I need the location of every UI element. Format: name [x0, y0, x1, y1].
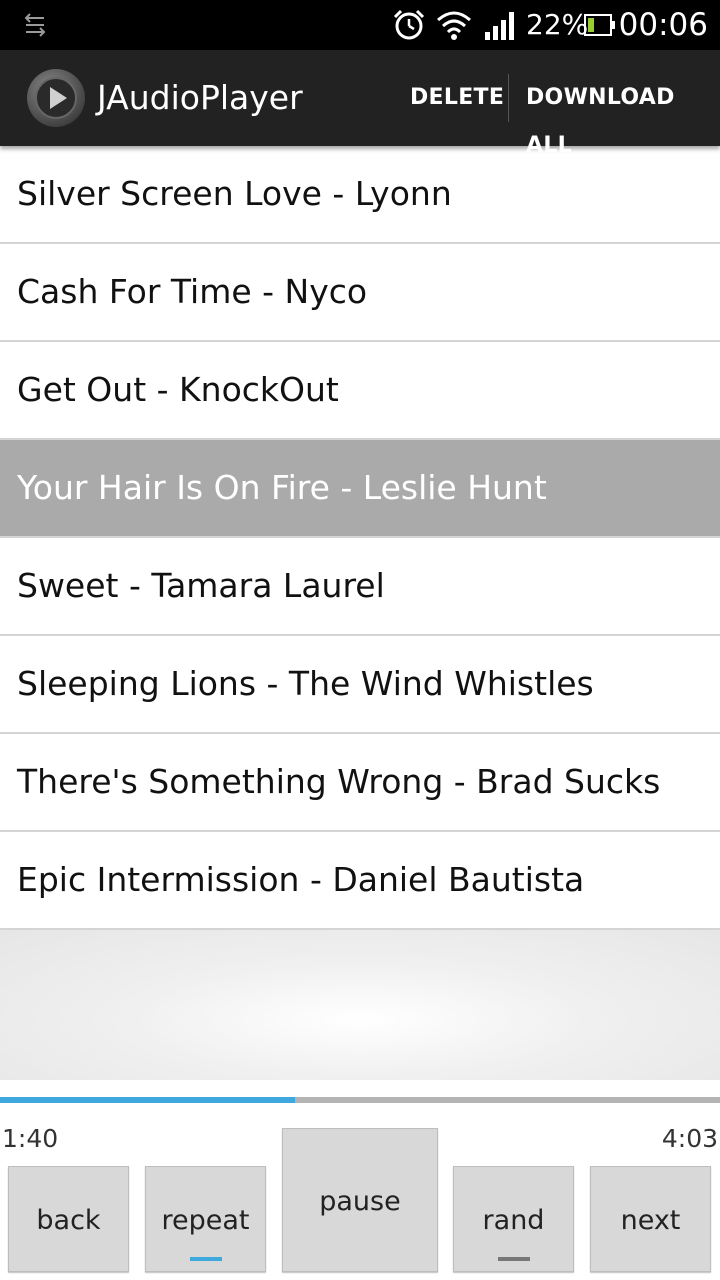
track-item[interactable]: Sweet - Tamara Laurel [0, 538, 720, 636]
track-label: Silver Screen Love - Lyonn [17, 174, 452, 213]
pause-button[interactable]: pause [282, 1128, 438, 1272]
repeat-button[interactable]: repeat [145, 1166, 266, 1272]
download-all-button[interactable]: DOWNLOAD ALL [526, 74, 720, 158]
app-play-icon[interactable] [26, 68, 86, 128]
track-item[interactable]: Your Hair Is On Fire - Leslie Hunt [0, 440, 720, 538]
signal-icon [485, 12, 514, 40]
action-divider [508, 74, 509, 122]
wifi-icon [437, 11, 471, 40]
track-label: Your Hair Is On Fire - Leslie Hunt [17, 468, 547, 507]
track-label: Sweet - Tamara Laurel [17, 566, 385, 605]
seek-bar[interactable] [0, 1097, 720, 1103]
repeat-button-label: repeat [161, 1205, 250, 1236]
usb-debug-icon [24, 13, 46, 37]
delete-button[interactable]: DELETE [410, 74, 504, 122]
rand-button[interactable]: rand [453, 1166, 574, 1272]
seek-bar-progress [0, 1097, 296, 1103]
pause-button-label: pause [319, 1186, 401, 1217]
status-bar: 22% 00:06 [0, 0, 720, 50]
track-item[interactable]: Sleeping Lions - The Wind Whistles [0, 636, 720, 734]
back-button[interactable]: back [8, 1166, 129, 1272]
battery-icon [584, 14, 615, 36]
track-label: Cash For Time - Nyco [17, 272, 368, 311]
next-button[interactable]: next [590, 1166, 711, 1272]
app-title: JAudioPlayer [97, 78, 303, 117]
track-list: Silver Screen Love - Lyonn Cash For Time… [0, 146, 720, 930]
track-item[interactable]: Get Out - KnockOut [0, 342, 720, 440]
track-item[interactable]: Epic Intermission - Daniel Bautista [0, 832, 720, 930]
track-label: Epic Intermission - Daniel Bautista [17, 860, 585, 899]
track-label: There's Something Wrong - Brad Sucks [17, 762, 661, 801]
track-item[interactable]: Cash For Time - Nyco [0, 244, 720, 342]
rand-button-label: rand [482, 1205, 545, 1236]
rand-indicator [498, 1257, 530, 1261]
track-item[interactable]: There's Something Wrong - Brad Sucks [0, 734, 720, 832]
alarm-icon [393, 9, 425, 40]
repeat-indicator [190, 1257, 222, 1261]
status-clock: 00:06 [618, 7, 708, 43]
track-label: Get Out - KnockOut [17, 370, 339, 409]
next-button-label: next [620, 1205, 681, 1236]
total-time: 4:03 [661, 1124, 718, 1153]
track-item[interactable]: Silver Screen Love - Lyonn [0, 146, 720, 244]
battery-percent: 22% [526, 8, 589, 41]
empty-list-area [0, 930, 720, 1080]
back-button-label: back [36, 1205, 101, 1236]
elapsed-time: 1:40 [2, 1124, 59, 1153]
track-label: Sleeping Lions - The Wind Whistles [17, 664, 594, 703]
action-bar: JAudioPlayer DELETE DOWNLOAD ALL [0, 50, 720, 158]
